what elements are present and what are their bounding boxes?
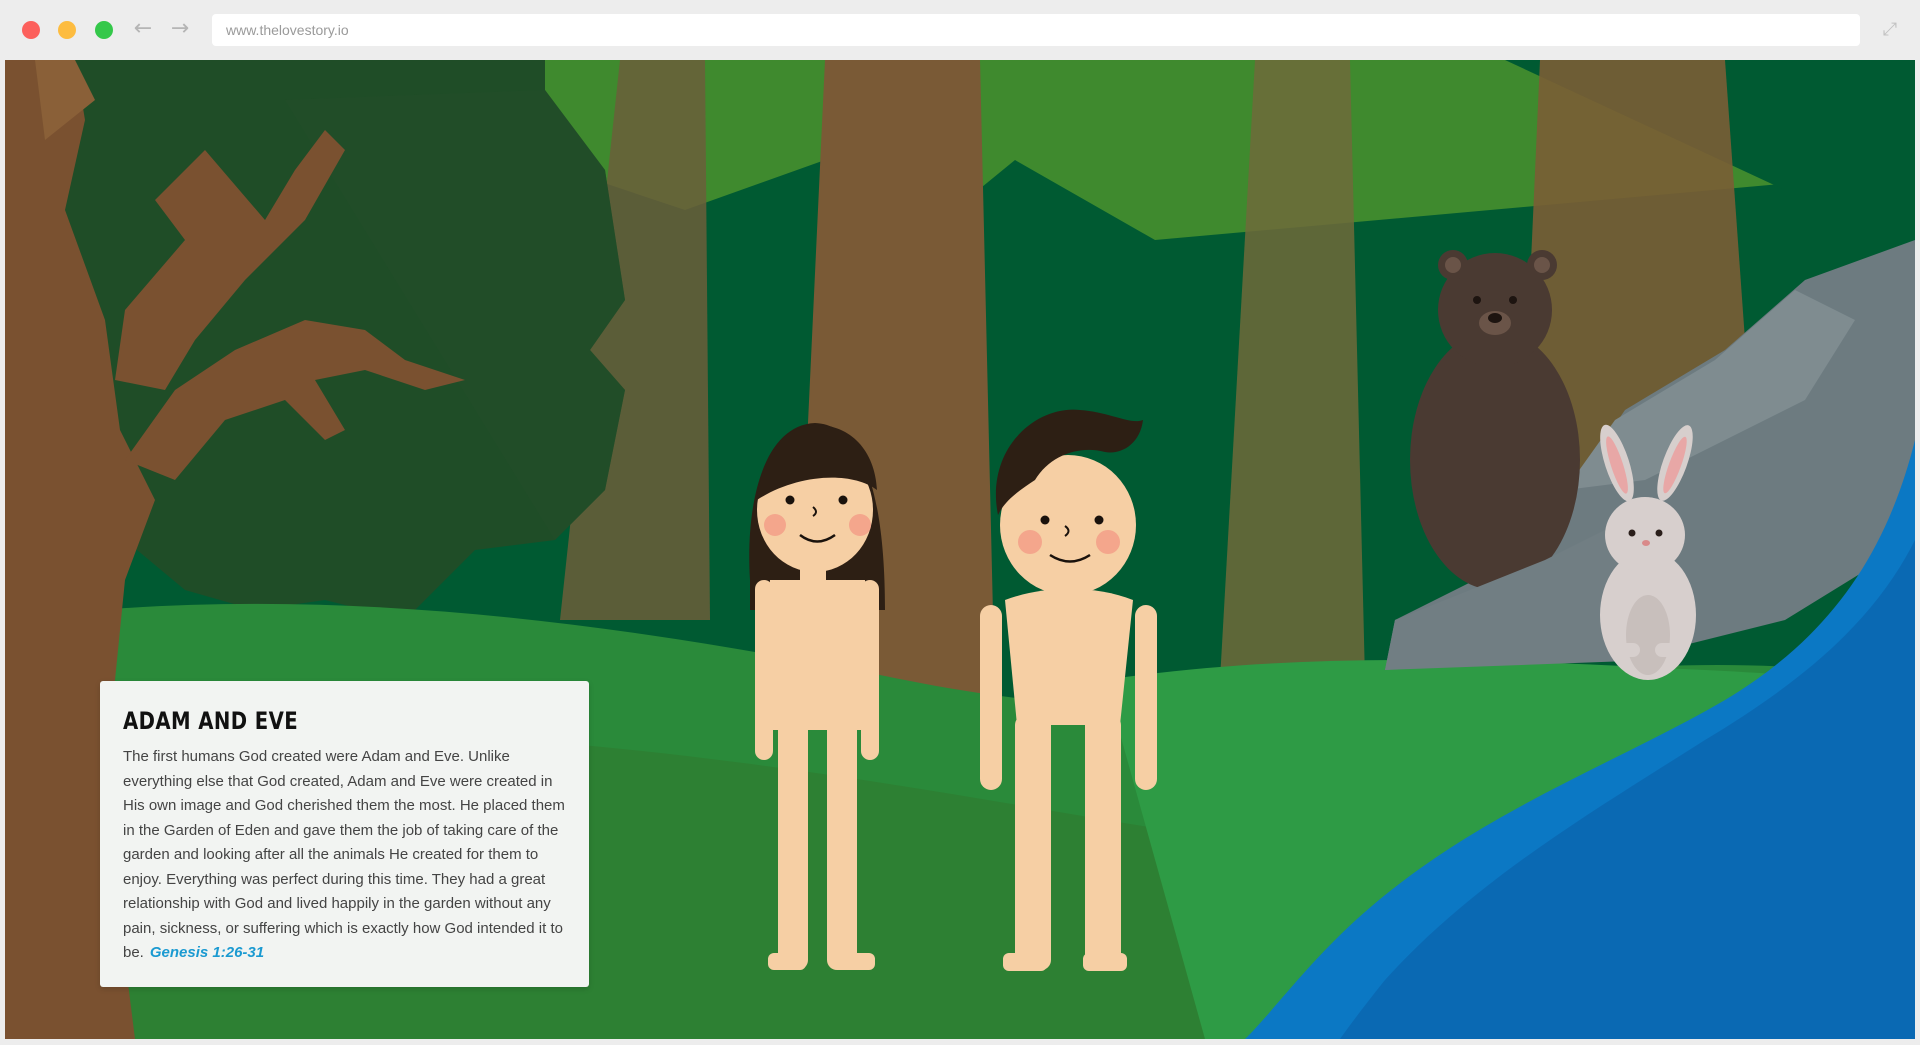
browser-window: ← → www.thelovestory.io ⤢ ADAM AND EVE T…: [0, 0, 1920, 1045]
maximize-window-button[interactable]: [95, 21, 113, 39]
scripture-reference-link[interactable]: Genesis 1:26-31: [150, 944, 264, 961]
card-body-text: The first humans God created were Adam a…: [123, 745, 567, 966]
page-viewport: ADAM AND EVE The first humans God create…: [5, 60, 1915, 1039]
story-info-card: ADAM AND EVE The first humans God create…: [100, 681, 589, 987]
back-arrow-icon[interactable]: ←: [130, 16, 156, 42]
close-window-button[interactable]: [22, 21, 40, 39]
address-bar[interactable]: www.thelovestory.io: [212, 14, 1860, 46]
forward-arrow-icon[interactable]: →: [167, 16, 193, 42]
card-title: ADAM AND EVE: [123, 707, 299, 735]
expand-icon[interactable]: ⤢: [1878, 18, 1902, 42]
minimize-window-button[interactable]: [58, 21, 76, 39]
card-body: The first humans God created were Adam a…: [123, 748, 565, 961]
url-text: www.thelovestory.io: [226, 22, 349, 38]
browser-toolbar: ← → www.thelovestory.io ⤢: [0, 0, 1920, 60]
